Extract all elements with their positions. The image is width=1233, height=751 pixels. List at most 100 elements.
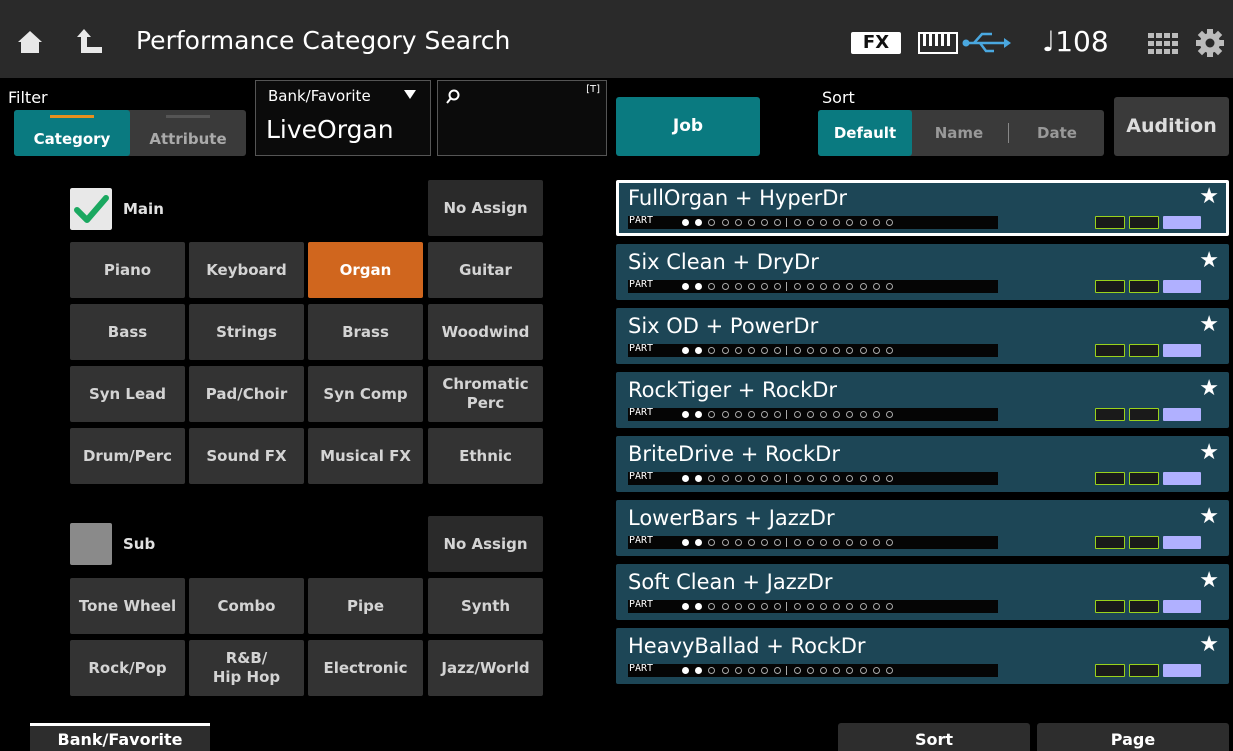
part-dot	[774, 347, 782, 354]
part-dot	[872, 411, 880, 418]
sub-category-jazz-world[interactable]: Jazz/World	[428, 640, 543, 696]
main-checkbox[interactable]	[70, 188, 112, 230]
sub-category-combo[interactable]: Combo	[189, 578, 304, 634]
part-dot	[872, 219, 880, 226]
favorite-star-icon[interactable]: ★	[1199, 248, 1219, 273]
favorite-star-icon[interactable]: ★	[1199, 440, 1219, 465]
favorite-star-icon[interactable]: ★	[1199, 568, 1219, 593]
favorite-star-icon[interactable]: ★	[1199, 632, 1219, 657]
main-category-brass[interactable]: Brass	[308, 304, 423, 360]
keyboard-icon[interactable]	[918, 32, 958, 54]
tab-page[interactable]: Page	[1037, 723, 1229, 751]
main-category-drum-perc[interactable]: Drum/Perc	[70, 428, 185, 484]
tab-bank-favorite[interactable]: Bank/Favorite	[30, 723, 210, 751]
main-category-chromatic-perc[interactable]: Chromatic Perc	[428, 366, 543, 422]
bank-favorite-selector[interactable]: Bank/Favorite LiveOrgan	[255, 80, 431, 156]
main-category-organ[interactable]: Organ	[308, 242, 423, 298]
filter-category-button[interactable]: Category	[14, 110, 130, 156]
part-dot	[872, 283, 880, 290]
part-dot	[833, 475, 841, 482]
fx-indicator[interactable]: FX	[851, 32, 901, 54]
performance-row[interactable]: FullOrgan + HyperDr PART ★	[616, 180, 1229, 236]
sub-checkbox[interactable]	[70, 523, 112, 565]
part-dot	[761, 667, 769, 674]
home-icon[interactable]	[17, 30, 43, 54]
search-field[interactable]: [T]	[437, 80, 607, 156]
part-dot	[734, 667, 742, 674]
main-category-ethnic[interactable]: Ethnic	[428, 428, 543, 484]
part-dot	[761, 539, 769, 546]
part-dot	[708, 539, 716, 546]
tempo-display[interactable]: ♩108	[1042, 25, 1109, 58]
gear-icon[interactable]	[1195, 28, 1225, 58]
main-category-bass[interactable]: Bass	[70, 304, 185, 360]
grid-icon[interactable]	[1147, 32, 1179, 56]
part-label: PART	[629, 471, 654, 482]
bank-favorite-label: Bank/Favorite	[268, 87, 371, 105]
part-dot	[682, 475, 689, 482]
up-arrow-icon[interactable]	[76, 27, 104, 55]
sub-category-rock-pop[interactable]: Rock/Pop	[70, 640, 185, 696]
main-category-musical-fx[interactable]: Musical FX	[308, 428, 423, 484]
performance-row[interactable]: Soft Clean + JazzDr PART ★	[616, 564, 1229, 620]
main-category-woodwind[interactable]: Woodwind	[428, 304, 543, 360]
main-category-keyboard[interactable]: Keyboard	[189, 242, 304, 298]
favorite-star-icon[interactable]: ★	[1199, 376, 1219, 401]
sub-category-electronic[interactable]: Electronic	[308, 640, 423, 696]
part-dot	[833, 539, 841, 546]
sub-no-assign-button[interactable]: No Assign	[428, 516, 543, 572]
part-dot	[774, 667, 782, 674]
performance-row[interactable]: LowerBars + JazzDr PART ★	[616, 500, 1229, 556]
part-dot	[806, 603, 814, 610]
part-dot	[806, 667, 814, 674]
sub-category-pipe[interactable]: Pipe	[308, 578, 423, 634]
part-separator	[785, 282, 787, 291]
part-dot	[774, 411, 782, 418]
sort-name-button[interactable]: Name	[912, 110, 1006, 156]
favorite-star-icon[interactable]: ★	[1199, 504, 1219, 529]
feature-badges	[1095, 472, 1215, 485]
part-dot	[820, 219, 827, 226]
main-category-sound-fx[interactable]: Sound FX	[189, 428, 304, 484]
sub-category-rnb-hip-hop[interactable]: R&B/ Hip Hop	[189, 640, 304, 696]
filter-label: Filter	[8, 88, 48, 107]
part-dot	[793, 539, 801, 546]
main-no-assign-button[interactable]: No Assign	[428, 180, 543, 236]
part-dot	[793, 667, 801, 674]
part-dot	[806, 475, 814, 482]
performance-row[interactable]: Six OD + PowerDr PART ★	[616, 308, 1229, 364]
performance-row[interactable]: RockTiger + RockDr PART ★	[616, 372, 1229, 428]
part-dot	[872, 347, 880, 354]
sort-date-button[interactable]: Date	[1010, 110, 1104, 156]
awm2-badge-icon	[1095, 344, 1125, 357]
performance-row[interactable]: BriteDrive + RockDr PART ★	[616, 436, 1229, 492]
main-category-piano[interactable]: Piano	[70, 242, 185, 298]
performance-name: Six OD + PowerDr	[628, 314, 819, 338]
main-category-syn-lead[interactable]: Syn Lead	[70, 366, 185, 422]
part-dot	[846, 603, 854, 610]
main-category-guitar[interactable]: Guitar	[428, 242, 543, 298]
main-category-pad-choir[interactable]: Pad/Choir	[189, 366, 304, 422]
job-button[interactable]: Job	[616, 97, 760, 156]
part-dot	[734, 603, 742, 610]
sub-category-tone-wheel[interactable]: Tone Wheel	[70, 578, 185, 634]
performance-name: BriteDrive + RockDr	[628, 442, 840, 466]
part-dot	[748, 347, 755, 354]
part-dot	[833, 667, 841, 674]
part-dot	[859, 539, 867, 546]
sort-default-button[interactable]: Default	[818, 110, 912, 156]
main-category-syn-comp[interactable]: Syn Comp	[308, 366, 423, 422]
part-dot	[846, 539, 854, 546]
tab-sort[interactable]: Sort	[838, 723, 1030, 751]
performance-row[interactable]: HeavyBallad + RockDr PART ★	[616, 628, 1229, 684]
filter-attribute-button[interactable]: Attribute	[130, 110, 246, 156]
performance-row[interactable]: Six Clean + DryDr PART ★	[616, 244, 1229, 300]
main-category-strings[interactable]: Strings	[189, 304, 304, 360]
part-dot	[748, 411, 755, 418]
sub-category-synth[interactable]: Synth	[428, 578, 543, 634]
part-dot	[682, 603, 689, 610]
part-dot	[682, 219, 689, 226]
favorite-star-icon[interactable]: ★	[1199, 312, 1219, 337]
audition-button[interactable]: Audition	[1114, 97, 1229, 156]
favorite-star-icon[interactable]: ★	[1199, 184, 1219, 209]
